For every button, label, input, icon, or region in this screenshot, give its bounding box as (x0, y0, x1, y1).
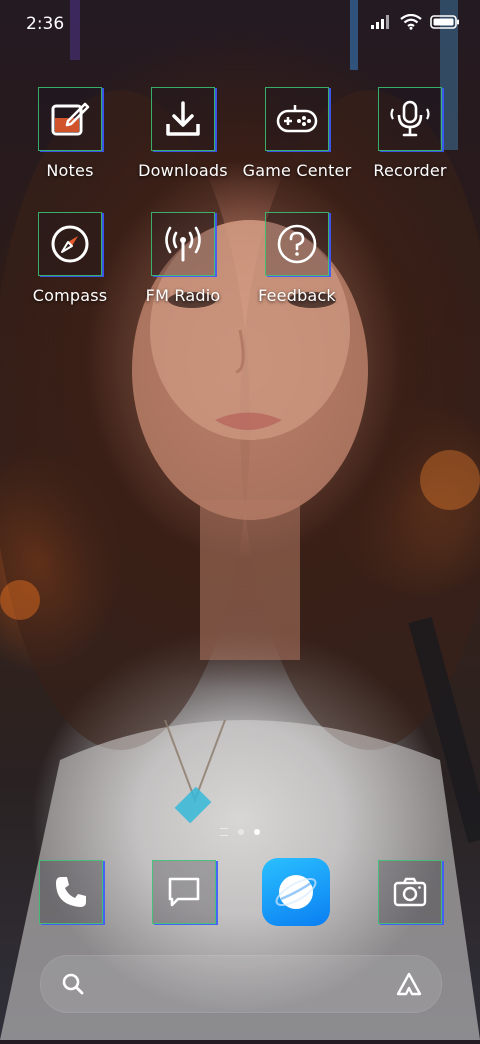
assistant-icon[interactable] (395, 970, 423, 1002)
app-label: Game Center (242, 161, 352, 180)
dock-browser[interactable] (262, 858, 330, 926)
app-game-center[interactable]: Game Center (242, 87, 352, 180)
app-label: Notes (46, 161, 94, 180)
clock: 2:36 (26, 14, 65, 34)
microphone-icon (378, 87, 442, 151)
app-feedback[interactable]: Feedback (242, 212, 352, 305)
app-notes[interactable]: Notes (15, 87, 125, 180)
dock-camera[interactable] (378, 860, 442, 924)
battery-icon (430, 14, 460, 34)
dock-messages[interactable] (152, 860, 216, 924)
page-dot-active (254, 829, 260, 835)
app-compass[interactable]: Compass (15, 212, 125, 305)
compass-icon (38, 212, 102, 276)
question-icon (265, 212, 329, 276)
app-label: Downloads (138, 161, 228, 180)
camera-icon (378, 860, 442, 924)
notes-icon (38, 87, 102, 151)
signal-icon (370, 14, 392, 34)
page-menu-icon (220, 828, 228, 836)
browser-icon (262, 858, 330, 926)
page-dot (238, 829, 244, 835)
page-indicator (0, 828, 480, 836)
app-fm-radio[interactable]: FM Radio (128, 212, 238, 305)
radio-antenna-icon (151, 212, 215, 276)
search-icon[interactable] (61, 972, 85, 1000)
phone-icon (39, 860, 103, 924)
download-icon (151, 87, 215, 151)
search-bar[interactable] (40, 955, 442, 1013)
app-label: Feedback (258, 286, 336, 305)
app-downloads[interactable]: Downloads (128, 87, 238, 180)
wifi-icon (400, 13, 422, 34)
app-label: FM Radio (145, 286, 221, 305)
gamepad-icon (265, 87, 329, 151)
dock-phone[interactable] (39, 860, 103, 924)
app-recorder[interactable]: Recorder (355, 87, 465, 180)
message-icon (152, 860, 216, 924)
app-label: Recorder (373, 161, 447, 180)
status-bar: 2:36 (0, 0, 480, 50)
app-label: Compass (32, 286, 108, 305)
